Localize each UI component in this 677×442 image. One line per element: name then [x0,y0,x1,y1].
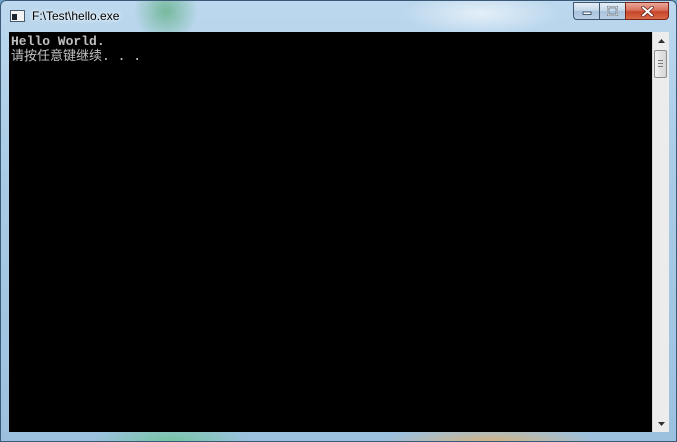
console-window: F:\Test\hello.exe Hello World. 请按任意键继续. … [0,0,677,442]
scroll-thumb[interactable] [654,50,667,78]
scroll-up-button[interactable] [653,32,669,49]
minimize-icon [582,11,591,15]
console-output[interactable]: Hello World. 请按任意键继续. . . [9,32,652,432]
scroll-up-arrow-icon [657,38,665,43]
scroll-down-arrow-icon [657,421,665,426]
window-title: F:\Test\hello.exe [32,9,120,23]
window-controls [573,2,669,21]
title-bar[interactable]: F:\Test\hello.exe [1,1,676,31]
maximize-button[interactable] [599,2,625,20]
close-icon [640,5,654,17]
console-app-icon[interactable] [10,10,25,22]
vertical-scrollbar[interactable] [652,32,669,432]
close-button[interactable] [625,2,669,20]
console-line: 请按任意键继续. . . [11,49,142,64]
maximize-icon [607,6,618,16]
minimize-button[interactable] [573,2,599,20]
scroll-down-button[interactable] [653,415,669,432]
console-line: Hello World. [11,34,105,49]
